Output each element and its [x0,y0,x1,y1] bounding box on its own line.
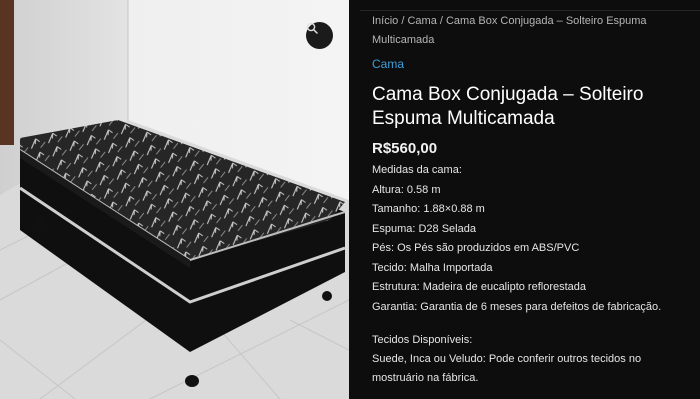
breadcrumb-separator: / [436,15,446,27]
fabrics-text: Suede, Inca ou Veludo: Pode conferir out… [372,353,642,384]
spec-line-height: Altura: 0.58 m [372,183,441,196]
product-price: R$560,00 [372,140,438,157]
zoom-button[interactable] [306,22,333,49]
spec-line-structure: Estrutura: Madeira de eucalipto reflores… [372,281,587,293]
spec-line-foam: Espuma: D28 Selada [372,222,476,235]
product-title: Cama Box Conjugada – Solteiro Espuma Mul… [372,84,644,129]
product-image-bed [0,0,349,399]
spec-line-warranty: Garantia: Garantia de 6 meses para defei… [372,300,662,313]
breadcrumb-home-link[interactable]: Início [372,15,398,27]
spec-line-size: Tamanho: 1.88×0.88 m [372,203,485,215]
magnifier-icon [306,22,318,34]
spec-line-fabric: Tecido: Malha Importada [372,261,493,274]
fabrics-heading: Tecidos Disponíveis: [372,334,473,346]
spec-line-feet: Pés: Os Pés são produzidos em ABS/PVC [372,242,580,254]
product-specs: Medidas da cama: Altura: 0.58 m Tamanho:… [372,161,692,317]
breadcrumb-category-link[interactable]: Cama [407,15,436,27]
spec-line-heading: Medidas da cama: [372,164,462,176]
product-category-link[interactable]: Cama [372,57,404,71]
breadcrumb: Início / Cama / Cama Box Conjugada – Sol… [372,12,687,50]
product-image-gallery [0,0,349,399]
top-divider [360,10,700,11]
available-fabrics: Tecidos Disponíveis: Suede, Inca ou Velu… [372,331,672,388]
